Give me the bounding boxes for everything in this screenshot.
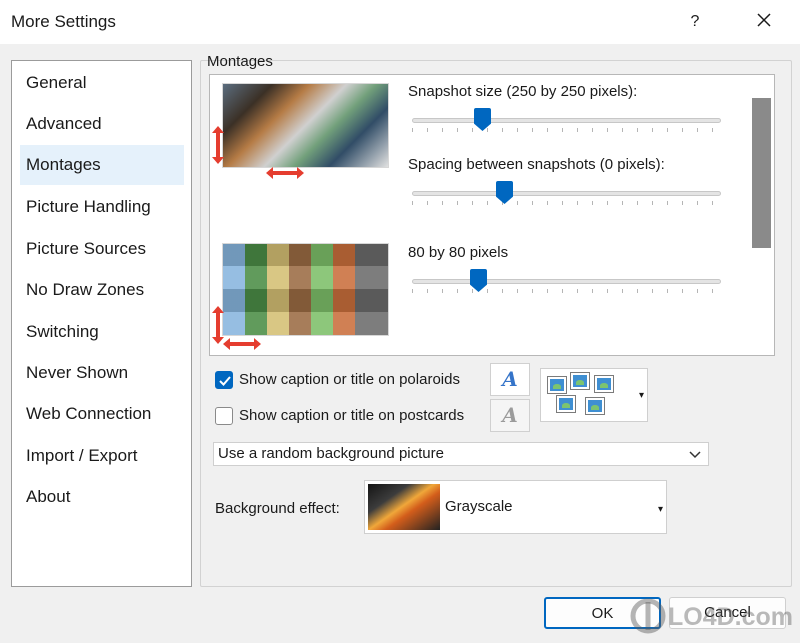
- background-picture-select[interactable]: Use a random background picture: [213, 442, 709, 466]
- help-button[interactable]: ?: [683, 10, 707, 34]
- photo-icon: [557, 396, 575, 412]
- horizontal-thumbnail-arrow-icon: [223, 338, 261, 350]
- polaroid-caption-checkbox[interactable]: [215, 371, 233, 389]
- photo-icon: [586, 398, 604, 414]
- checkmark-icon: [219, 376, 231, 386]
- slider-ticks: [412, 128, 721, 132]
- lo4d-logo: LO4D.com: [630, 598, 793, 634]
- chevron-down-icon: ▾: [657, 504, 663, 515]
- horizontal-resize-arrow-icon: [266, 167, 304, 179]
- close-button[interactable]: [750, 10, 778, 34]
- effect-preview-image: [368, 484, 440, 530]
- sidebar-item-switching[interactable]: Switching: [20, 312, 184, 352]
- snapshot-size-slider[interactable]: [412, 108, 721, 138]
- slider-track: [412, 279, 721, 284]
- background-effect-label: Background effect:: [215, 500, 340, 517]
- sidebar-item-import-export[interactable]: Import / Export: [20, 436, 184, 476]
- postcard-font-button: A: [490, 399, 530, 432]
- title-bar: More Settings ?: [0, 0, 800, 44]
- sidebar-item-picture-sources[interactable]: Picture Sources: [20, 229, 184, 269]
- polaroid-caption-row: Show caption or title on polaroids: [215, 368, 485, 392]
- snapshot-preview-image: [222, 83, 389, 168]
- background-effect-value: Grayscale: [445, 498, 513, 515]
- background-effect-dropdown[interactable]: Grayscale ▾: [364, 480, 667, 534]
- settings-sidebar: General Advanced Montages Picture Handli…: [11, 60, 192, 587]
- postcard-caption-checkbox[interactable]: [215, 407, 233, 425]
- slider-ticks: [412, 201, 721, 205]
- spacing-label: Spacing between snapshots (0 pixels):: [408, 156, 665, 173]
- vertical-resize-arrow-icon: [212, 126, 224, 164]
- close-icon: [757, 13, 771, 27]
- polaroid-caption-label: Show caption or title on polaroids: [239, 371, 460, 388]
- background-picture-value: Use a random background picture: [218, 445, 444, 462]
- postcard-caption-label: Show caption or title on postcards: [239, 407, 465, 424]
- photo-icon: [548, 377, 566, 393]
- slider-ticks: [412, 289, 721, 293]
- spacing-slider[interactable]: [412, 181, 721, 211]
- sidebar-item-picture-handling[interactable]: Picture Handling: [20, 187, 184, 227]
- slider-track: [412, 118, 721, 123]
- sidebar-item-general[interactable]: General: [20, 63, 184, 103]
- chevron-down-icon: [689, 451, 701, 459]
- snapshot-size-label: Snapshot size (250 by 250 pixels):: [408, 83, 638, 100]
- sidebar-item-about[interactable]: About: [20, 477, 184, 517]
- chevron-down-icon: ▾: [638, 390, 644, 401]
- watermark-logo: LO4D.com: [630, 596, 800, 636]
- thumbnail-size-label: 80 by 80 pixels: [408, 244, 509, 261]
- montage-scrollbar[interactable]: [752, 98, 771, 248]
- polaroid-font-button[interactable]: A: [490, 363, 530, 396]
- thumbnail-preview-image: [222, 243, 389, 336]
- photo-icon: [595, 376, 613, 392]
- slider-track: [412, 191, 721, 196]
- montage-style-dropdown[interactable]: ▾: [540, 368, 648, 422]
- photo-icon: [571, 373, 589, 389]
- sidebar-item-web-connection[interactable]: Web Connection: [20, 394, 184, 434]
- sidebar-item-no-draw-zones[interactable]: No Draw Zones: [20, 270, 184, 310]
- window-title: More Settings: [11, 12, 116, 31]
- watermark-text: LO4D.com: [668, 603, 793, 631]
- sidebar-item-montages[interactable]: Montages: [20, 145, 184, 185]
- montages-title: Montages: [207, 53, 273, 70]
- thumbnail-size-slider[interactable]: [412, 269, 721, 299]
- sidebar-item-never-shown[interactable]: Never Shown: [20, 353, 184, 393]
- sidebar-item-advanced[interactable]: Advanced: [20, 104, 184, 144]
- postcard-caption-row: Show caption or title on postcards: [215, 404, 485, 428]
